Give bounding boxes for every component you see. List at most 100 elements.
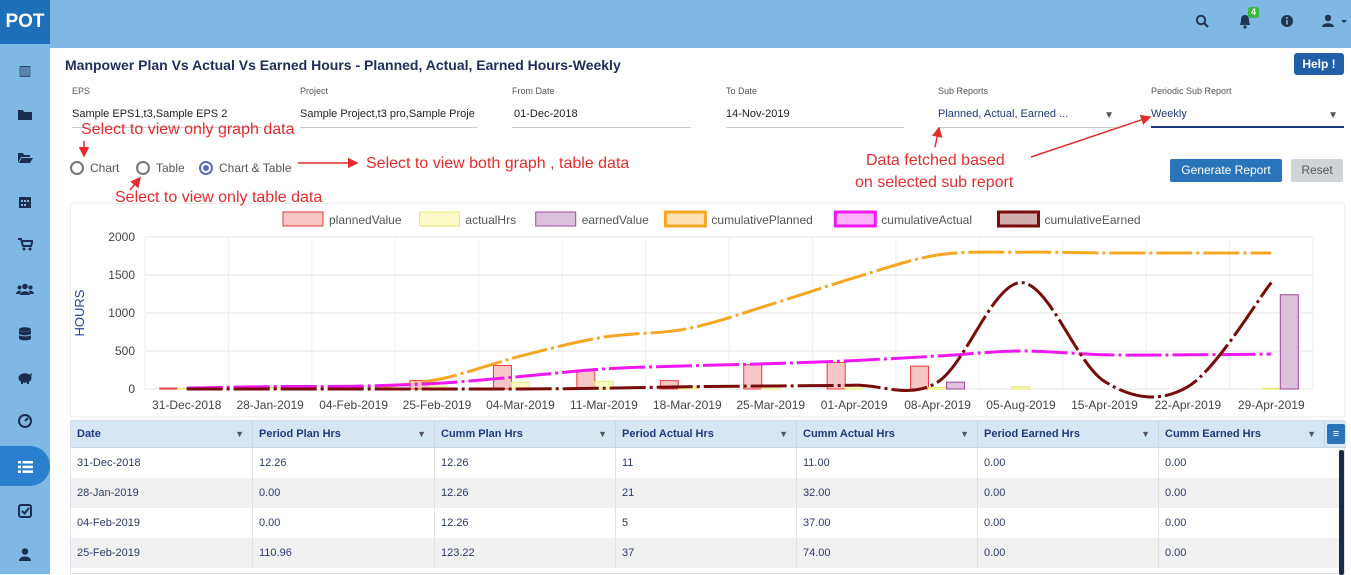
piggy-bank-icon[interactable] bbox=[0, 356, 50, 396]
bar-earnedValue bbox=[1280, 295, 1298, 389]
cell-cumm-plan: 12.26 bbox=[435, 478, 616, 508]
legend-label-cumulativeEarned: cumulativeEarned bbox=[1045, 213, 1141, 227]
cell-cumm-actual: 74.00 bbox=[797, 538, 978, 568]
table-scrollbar[interactable] bbox=[1339, 448, 1344, 575]
to-date-field[interactable]: 14-Nov-2019 bbox=[726, 108, 904, 128]
x-tick-label: 05-Aug-2019 bbox=[986, 398, 1056, 412]
sub-reports-select[interactable]: Planned, Actual, Earned ... ▼ bbox=[938, 108, 1116, 128]
table-row[interactable]: 04-Feb-2019 0.00 12.26 5 37.00 0.00 0.00 bbox=[71, 508, 1341, 538]
cell-date: 28-Jan-2019 bbox=[71, 478, 253, 508]
cell-cumm-actual: 32.00 bbox=[797, 478, 978, 508]
y-tick-label: 2000 bbox=[108, 230, 135, 244]
cell-cumm-earned: 0.00 bbox=[1159, 538, 1339, 568]
info-icon[interactable] bbox=[1278, 14, 1296, 32]
cell-period-earned: 0.00 bbox=[978, 538, 1159, 568]
cell-date: 31-Dec-2018 bbox=[71, 448, 253, 478]
person-icon[interactable] bbox=[0, 533, 50, 573]
legend-label-cumulativeActual: cumulativeActual bbox=[881, 213, 972, 227]
cell-period-actual: 21 bbox=[616, 478, 797, 508]
table-radio-label[interactable]: Table bbox=[156, 161, 185, 175]
to-date-label: To Date bbox=[726, 86, 757, 96]
column-header-cumm-actual[interactable]: Cumm Actual Hrs▼ bbox=[797, 421, 978, 448]
x-tick-label: 29-Apr-2019 bbox=[1238, 398, 1305, 412]
bar-plannedValue bbox=[911, 366, 929, 389]
cell-period-plan: 110.96 bbox=[253, 538, 435, 568]
bar-actualHrs bbox=[1262, 388, 1280, 389]
bar-actualHrs bbox=[929, 387, 947, 389]
legend-label-cumulativePlanned: cumulativePlanned bbox=[711, 213, 812, 227]
checklist-icon[interactable] bbox=[0, 490, 50, 530]
project-field[interactable]: Sample Project,t3 pro,Sample Proje bbox=[300, 108, 478, 128]
chevron-down-icon: ▼ bbox=[960, 421, 969, 448]
top-bar: POT 4 bbox=[0, 0, 1351, 48]
cell-cumm-actual: 37.00 bbox=[797, 508, 978, 538]
cell-cumm-actual: 11.00 bbox=[797, 448, 978, 478]
table-row[interactable]: 25-Feb-2019 110.96 123.22 37 74.00 0.00 … bbox=[71, 538, 1341, 568]
search-icon[interactable] bbox=[1193, 14, 1211, 32]
folder-open-icon[interactable] bbox=[0, 137, 50, 177]
reset-button[interactable]: Reset bbox=[1291, 159, 1343, 182]
x-tick-label: 25-Feb-2019 bbox=[403, 398, 472, 412]
chart-and-table-radio[interactable] bbox=[199, 161, 213, 175]
chart: 200015001000500031-Dec-201828-Jan-201904… bbox=[71, 204, 1346, 418]
x-tick-label: 31-Dec-2018 bbox=[152, 398, 222, 412]
table-row[interactable]: 28-Jan-2019 0.00 12.26 21 32.00 0.00 0.0… bbox=[71, 478, 1341, 508]
column-header-period-actual[interactable]: Period Actual Hrs▼ bbox=[616, 421, 797, 448]
help-button[interactable]: Help ! bbox=[1294, 53, 1344, 75]
cell-period-plan: 0.00 bbox=[253, 478, 435, 508]
generate-report-button[interactable]: Generate Report bbox=[1170, 159, 1282, 182]
legend-swatch-cumulativePlanned bbox=[665, 212, 705, 226]
legend-swatch-earnedValue bbox=[536, 212, 576, 226]
table-header: Date▼ Period Plan Hrs▼ Cumm Plan Hrs▼ Pe… bbox=[71, 421, 1346, 448]
cell-cumm-earned: 0.00 bbox=[1159, 508, 1339, 538]
from-date-label: From Date bbox=[512, 86, 555, 96]
list-icon[interactable] bbox=[0, 446, 50, 486]
legend-swatch-cumulativeActual bbox=[835, 212, 875, 226]
column-header-period-plan[interactable]: Period Plan Hrs▼ bbox=[253, 421, 435, 448]
cell-cumm-earned: 0.00 bbox=[1159, 448, 1339, 478]
x-tick-label: 04-Feb-2019 bbox=[319, 398, 388, 412]
table-row[interactable]: 31-Dec-2018 12.26 12.26 11 11.00 0.00 0.… bbox=[71, 448, 1341, 478]
annotation-table-only: Select to view only table data bbox=[115, 189, 322, 207]
chart-radio-label[interactable]: Chart bbox=[90, 161, 119, 175]
column-header-period-earned[interactable]: Period Earned Hrs▼ bbox=[978, 421, 1159, 448]
bar-plannedValue bbox=[160, 388, 178, 389]
column-header-cumm-earned[interactable]: Cumm Earned Hrs▼ bbox=[1159, 421, 1325, 448]
dashboard-icon[interactable] bbox=[0, 400, 50, 440]
table-radio[interactable] bbox=[136, 161, 150, 175]
cart-icon[interactable] bbox=[0, 223, 50, 263]
users-icon[interactable] bbox=[0, 268, 50, 308]
chart-radio[interactable] bbox=[70, 161, 84, 175]
chart-and-table-radio-label[interactable]: Chart & Table bbox=[219, 161, 292, 175]
chevron-down-icon: ▼ bbox=[598, 421, 607, 448]
column-header-date[interactable]: Date▼ bbox=[71, 421, 253, 448]
chevron-down-icon: ▼ bbox=[235, 421, 244, 448]
column-header-cumm-plan[interactable]: Cumm Plan Hrs▼ bbox=[435, 421, 616, 448]
legend-label-actualHrs: actualHrs bbox=[465, 213, 516, 227]
app-logo[interactable]: POT bbox=[0, 0, 50, 44]
chevron-down-icon: ▼ bbox=[417, 421, 426, 448]
calendar-icon[interactable] bbox=[0, 180, 50, 220]
periodic-select[interactable]: Weekly ▼ bbox=[1151, 108, 1344, 128]
legend-swatch-actualHrs bbox=[419, 212, 459, 226]
y-tick-label: 0 bbox=[128, 382, 135, 396]
periodic-label: Periodic Sub Report bbox=[1151, 86, 1232, 96]
user-icon[interactable] bbox=[1318, 14, 1350, 32]
x-tick-label: 25-Mar-2019 bbox=[736, 398, 805, 412]
y-axis-label: HOURS bbox=[72, 289, 87, 336]
column-menu-button[interactable]: ≡ bbox=[1327, 424, 1345, 444]
legend-label-earnedValue: earnedValue bbox=[582, 213, 649, 227]
annotation-sub-report-line1: Data fetched based bbox=[866, 152, 1005, 170]
database-icon[interactable] bbox=[0, 313, 50, 353]
x-tick-label: 18-Mar-2019 bbox=[653, 398, 722, 412]
cell-period-plan: 0.00 bbox=[253, 508, 435, 538]
cell-period-actual: 5 bbox=[616, 508, 797, 538]
building-icon[interactable]: ▥ bbox=[0, 50, 50, 90]
x-tick-label: 01-Apr-2019 bbox=[821, 398, 888, 412]
from-date-field[interactable]: 01-Dec-2018 bbox=[512, 108, 691, 128]
folder-icon[interactable] bbox=[0, 94, 50, 134]
cell-period-actual: 37 bbox=[616, 538, 797, 568]
bar-plannedValue bbox=[577, 370, 595, 389]
sub-reports-value: Planned, Actual, Earned ... bbox=[938, 108, 1068, 120]
eps-label: EPS bbox=[72, 86, 90, 96]
